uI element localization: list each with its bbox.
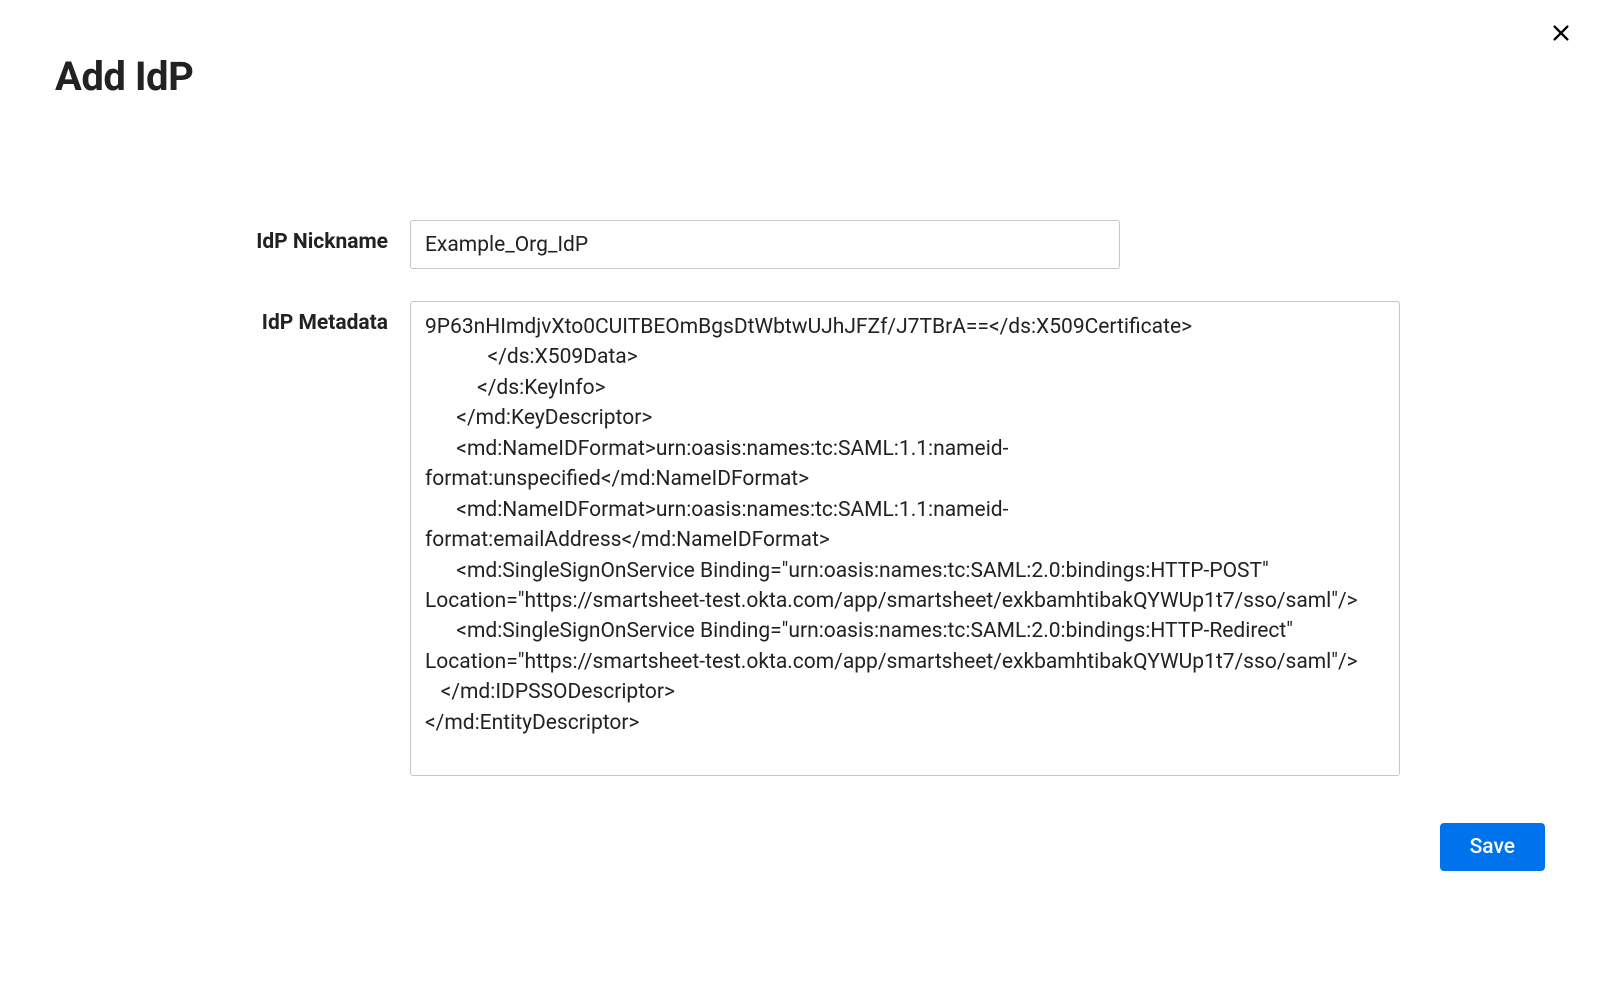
close-button[interactable] xyxy=(1547,20,1575,48)
nickname-label: IdP Nickname xyxy=(55,220,410,254)
save-button[interactable]: Save xyxy=(1440,823,1545,871)
nickname-row: IdP Nickname xyxy=(55,220,1545,269)
idp-metadata-textarea[interactable] xyxy=(410,301,1400,776)
metadata-label: IdP Metadata xyxy=(55,301,410,335)
idp-nickname-input[interactable] xyxy=(410,220,1120,269)
close-icon xyxy=(1550,22,1572,47)
page-title: Add IdP xyxy=(55,53,1545,100)
metadata-row: IdP Metadata xyxy=(55,301,1545,780)
footer: Save xyxy=(1440,823,1545,871)
